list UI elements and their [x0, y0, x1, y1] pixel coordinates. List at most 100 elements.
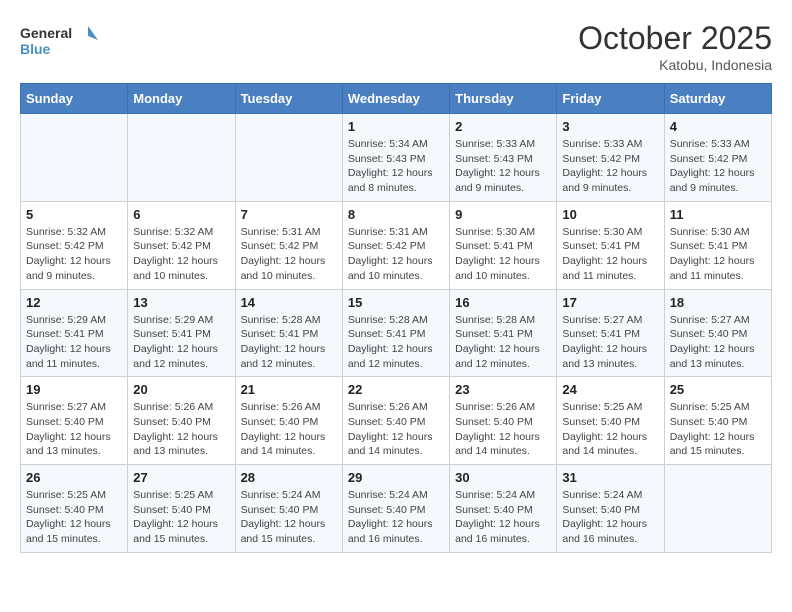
calendar-cell: 17Sunrise: 5:27 AM Sunset: 5:41 PM Dayli… — [557, 289, 664, 377]
calendar-cell: 18 Sunrise: 5:27 AM Sunset: 5:40 PM Dayli… — [664, 289, 771, 377]
calendar-row-2: 12 Sunrise: 5:29 AM Sunset: 5:41 PM Dayli… — [21, 289, 772, 377]
day-number: 28 — [241, 470, 337, 485]
day-number: 31 — [562, 470, 658, 485]
weekday-header-friday: Friday — [557, 84, 664, 114]
day-info: Sunrise: 5:26 AM Sunset: 5:40 PM Dayligh… — [241, 400, 337, 459]
day-number: 14 — [241, 295, 337, 310]
day-info: Sunrise: 5:33 AM Sunset: 5:43 PM Dayligh… — [455, 137, 551, 196]
day-number: 11 — [670, 207, 766, 222]
day-info: Sunrise: 5:26 AM Sunset: 5:40 PM Dayligh… — [133, 400, 229, 459]
calendar-cell: 14 Sunrise: 5:28 AM Sunset: 5:41 PM Dayli… — [235, 289, 342, 377]
day-number: 6 — [133, 207, 229, 222]
calendar-cell: 10Sunrise: 5:30 AM Sunset: 5:41 PM Dayli… — [557, 201, 664, 289]
day-number: 8 — [348, 207, 444, 222]
svg-text:General: General — [20, 25, 72, 41]
day-info: Sunrise: 5:24 AM Sunset: 5:40 PM Dayligh… — [241, 488, 337, 547]
weekday-header-sunday: Sunday — [21, 84, 128, 114]
calendar-cell — [664, 465, 771, 553]
day-info: Sunrise: 5:26 AM Sunset: 5:40 PM Dayligh… — [348, 400, 444, 459]
day-number: 23 — [455, 382, 551, 397]
day-number: 22 — [348, 382, 444, 397]
day-info: Sunrise: 5:28 AM Sunset: 5:41 PM Dayligh… — [348, 313, 444, 372]
day-number: 4 — [670, 119, 766, 134]
calendar-cell: 31 Sunrise: 5:24 AM Sunset: 5:40 PM Dayli… — [557, 465, 664, 553]
day-info: Sunrise: 5:28 AM Sunset: 5:41 PM Dayligh… — [241, 313, 337, 372]
day-info: Sunrise: 5:29 AM Sunset: 5:41 PM Dayligh… — [26, 313, 122, 372]
day-number: 24 — [562, 382, 658, 397]
day-number: 1 — [348, 119, 444, 134]
day-number: 18 — [670, 295, 766, 310]
calendar-cell: 12 Sunrise: 5:29 AM Sunset: 5:41 PM Dayli… — [21, 289, 128, 377]
calendar-cell: 2 Sunrise: 5:33 AM Sunset: 5:43 PM Daylig… — [450, 114, 557, 202]
logo-svg: General Blue — [20, 20, 100, 65]
day-info: Sunrise: 5:29 AM Sunset: 5:41 PM Dayligh… — [133, 313, 229, 372]
day-number: 20 — [133, 382, 229, 397]
day-number: 19 — [26, 382, 122, 397]
calendar-cell: 26Sunrise: 5:25 AM Sunset: 5:40 PM Dayli… — [21, 465, 128, 553]
day-info: Sunrise: 5:24 AM Sunset: 5:40 PM Dayligh… — [455, 488, 551, 547]
calendar-cell: 19 Sunrise: 5:27 AM Sunset: 5:40 PM Dayli… — [21, 377, 128, 465]
month-title: October 2025 — [578, 20, 772, 57]
day-number: 7 — [241, 207, 337, 222]
day-number: 12 — [26, 295, 122, 310]
day-info: Sunrise: 5:30 AM Sunset: 5:41 PM Dayligh… — [562, 225, 658, 284]
day-number: 15 — [348, 295, 444, 310]
calendar-cell: 16Sunrise: 5:28 AM Sunset: 5:41 PM Dayli… — [450, 289, 557, 377]
day-info: Sunrise: 5:25 AM Sunset: 5:40 PM Dayligh… — [670, 400, 766, 459]
calendar-cell: 24Sunrise: 5:25 AM Sunset: 5:40 PM Dayli… — [557, 377, 664, 465]
day-number: 16 — [455, 295, 551, 310]
calendar-cell — [235, 114, 342, 202]
weekday-header-monday: Monday — [128, 84, 235, 114]
calendar-row-4: 26 Sunrise: 5:25 AM Sunset: 5:40 PM Dayli… — [21, 465, 772, 553]
calendar-cell: 5Sunrise: 5:32 AM Sunset: 5:42 PM Daylig… — [21, 201, 128, 289]
calendar-cell: 22 Sunrise: 5:26 AM Sunset: 5:40 PM Dayli… — [342, 377, 449, 465]
calendar-cell — [128, 114, 235, 202]
weekday-header-tuesday: Tuesday — [235, 84, 342, 114]
calendar-cell: 9 Sunrise: 5:30 AM Sunset: 5:41 PM Daylig… — [450, 201, 557, 289]
day-number: 27 — [133, 470, 229, 485]
day-info: Sunrise: 5:25 AM Sunset: 5:40 PM Dayligh… — [133, 488, 229, 547]
weekday-header-row: SundayMondayTuesdayWednesdayThursdayFrid… — [21, 84, 772, 114]
day-info: Sunrise: 5:33 AM Sunset: 5:42 PM Dayligh… — [562, 137, 658, 196]
calendar-cell: 4Sunrise: 5:33 AM Sunset: 5:42 PM Daylig… — [664, 114, 771, 202]
day-info: Sunrise: 5:31 AM Sunset: 5:42 PM Dayligh… — [348, 225, 444, 284]
calendar-cell: 27 Sunrise: 5:25 AM Sunset: 5:40 PM Dayli… — [128, 465, 235, 553]
calendar-cell: 21 Sunrise: 5:26 AM Sunset: 5:40 PM Dayli… — [235, 377, 342, 465]
day-number: 26 — [26, 470, 122, 485]
day-number: 30 — [455, 470, 551, 485]
calendar-cell: 15 Sunrise: 5:28 AM Sunset: 5:41 PM Dayli… — [342, 289, 449, 377]
day-info: Sunrise: 5:30 AM Sunset: 5:41 PM Dayligh… — [670, 225, 766, 284]
calendar-cell: 29Sunrise: 5:24 AM Sunset: 5:40 PM Dayli… — [342, 465, 449, 553]
day-info: Sunrise: 5:32 AM Sunset: 5:42 PM Dayligh… — [26, 225, 122, 284]
location-label: Katobu, Indonesia — [578, 57, 772, 73]
day-info: Sunrise: 5:24 AM Sunset: 5:40 PM Dayligh… — [562, 488, 658, 547]
day-info: Sunrise: 5:27 AM Sunset: 5:40 PM Dayligh… — [26, 400, 122, 459]
calendar-cell: 13 Sunrise: 5:29 AM Sunset: 5:41 PM Dayli… — [128, 289, 235, 377]
calendar-cell: 1 Sunrise: 5:34 AM Sunset: 5:43 PM Daylig… — [342, 114, 449, 202]
title-block: October 2025 Katobu, Indonesia — [578, 20, 772, 73]
calendar-cell — [21, 114, 128, 202]
logo: General Blue — [20, 20, 100, 65]
day-number: 21 — [241, 382, 337, 397]
page-header: General Blue October 2025 Katobu, Indone… — [20, 20, 772, 73]
calendar-table: SundayMondayTuesdayWednesdayThursdayFrid… — [20, 83, 772, 553]
calendar-row-0: 1 Sunrise: 5:34 AM Sunset: 5:43 PM Daylig… — [21, 114, 772, 202]
calendar-cell: 11 Sunrise: 5:30 AM Sunset: 5:41 PM Dayli… — [664, 201, 771, 289]
day-info: Sunrise: 5:27 AM Sunset: 5:41 PM Dayligh… — [562, 313, 658, 372]
day-info: Sunrise: 5:24 AM Sunset: 5:40 PM Dayligh… — [348, 488, 444, 547]
day-number: 13 — [133, 295, 229, 310]
calendar-cell: 25 Sunrise: 5:25 AM Sunset: 5:40 PM Dayli… — [664, 377, 771, 465]
day-info: Sunrise: 5:31 AM Sunset: 5:42 PM Dayligh… — [241, 225, 337, 284]
svg-text:Blue: Blue — [20, 41, 51, 57]
day-number: 2 — [455, 119, 551, 134]
day-info: Sunrise: 5:30 AM Sunset: 5:41 PM Dayligh… — [455, 225, 551, 284]
day-number: 25 — [670, 382, 766, 397]
calendar-cell: 23 Sunrise: 5:26 AM Sunset: 5:40 PM Dayli… — [450, 377, 557, 465]
calendar-row-1: 5Sunrise: 5:32 AM Sunset: 5:42 PM Daylig… — [21, 201, 772, 289]
day-info: Sunrise: 5:34 AM Sunset: 5:43 PM Dayligh… — [348, 137, 444, 196]
day-number: 9 — [455, 207, 551, 222]
calendar-cell: 30 Sunrise: 5:24 AM Sunset: 5:40 PM Dayli… — [450, 465, 557, 553]
day-info: Sunrise: 5:26 AM Sunset: 5:40 PM Dayligh… — [455, 400, 551, 459]
calendar-cell: 3Sunrise: 5:33 AM Sunset: 5:42 PM Daylig… — [557, 114, 664, 202]
day-info: Sunrise: 5:27 AM Sunset: 5:40 PM Dayligh… — [670, 313, 766, 372]
